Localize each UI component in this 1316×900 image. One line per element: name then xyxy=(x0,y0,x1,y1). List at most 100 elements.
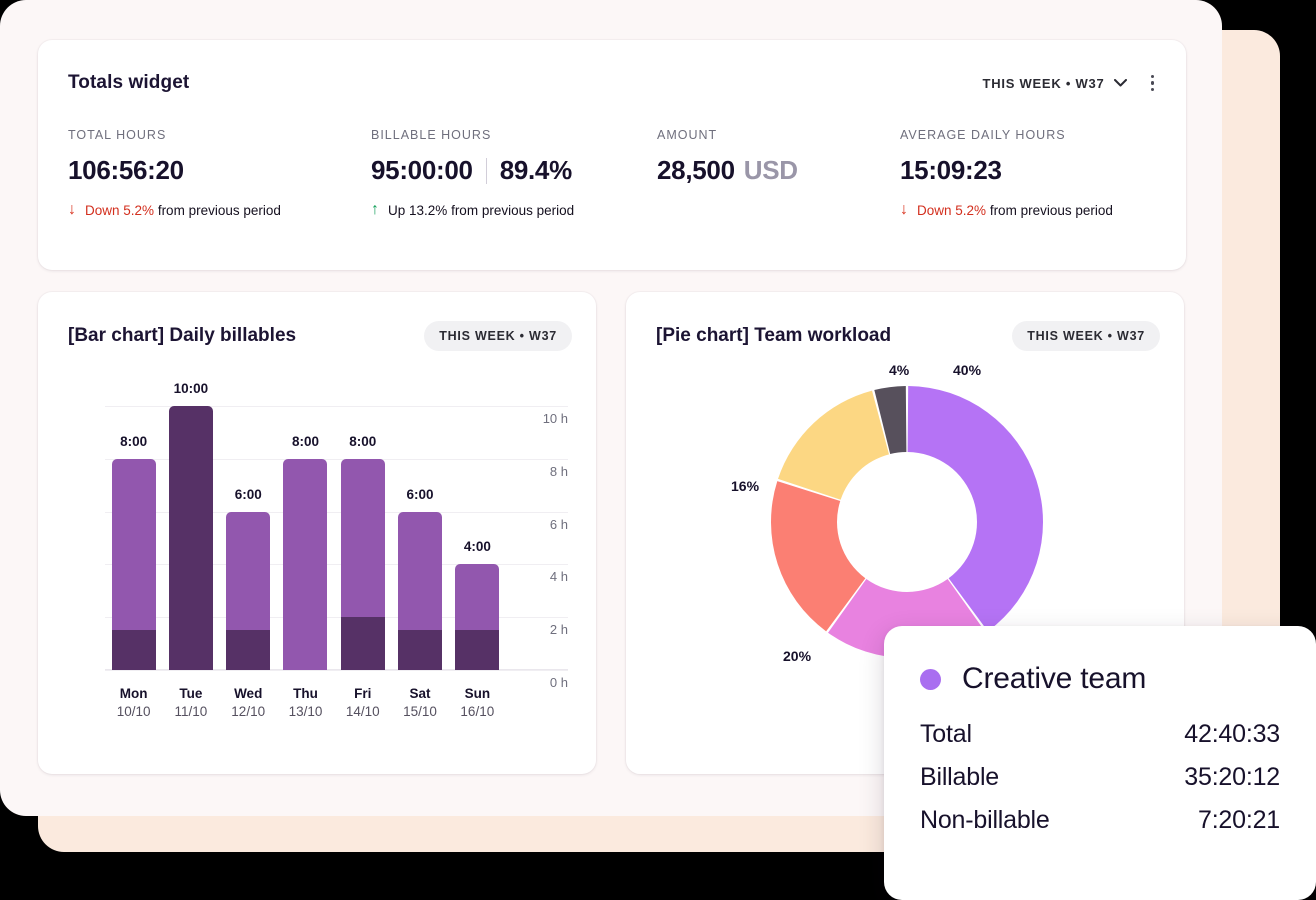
donut-chart xyxy=(771,386,1043,658)
x-axis-day-label: Fri xyxy=(354,686,372,701)
metric-average-daily-hours: AVERAGE DAILY HOURS 15:09:23 ↓ Down 5.2%… xyxy=(900,128,1200,218)
pie-slice-percentage-label: 4% xyxy=(889,362,910,378)
metric-currency: USD xyxy=(743,155,798,185)
delta-value: Down 5.2% xyxy=(85,202,155,218)
arrow-down-icon: ↓ xyxy=(68,201,76,218)
metric-value-text: 95:00:00 xyxy=(371,155,473,185)
bar-value-label: 6:00 xyxy=(234,486,262,502)
metric-billable-hours: BILLABLE HOURS 95:00:00 89.4% ↑ Up 13.2%… xyxy=(371,128,657,218)
tooltip-row-value: 7:20:21 xyxy=(1197,806,1280,834)
bar-column[interactable]: 6:00 xyxy=(220,382,277,670)
metric-label: BILLABLE HOURS xyxy=(371,128,492,142)
kebab-menu-icon[interactable] xyxy=(1145,72,1161,95)
chart-tooltip: Creative team Total 42:40:33 Billable 35:20… xyxy=(884,626,1316,900)
tooltip-row: Total 42:40:33 xyxy=(920,720,1280,749)
bar-chart-title: [Bar chart] Daily billables xyxy=(68,325,297,346)
bar-stack xyxy=(226,511,271,670)
metrics-row: TOTAL HOURS 106:56:20 ↓ Down 5.2% from p… xyxy=(68,128,1160,218)
bar-chart-card: [Bar chart] Daily billables THIS WEEK • … xyxy=(38,292,596,774)
pie-slice-percentage-label: 16% xyxy=(731,478,760,494)
tooltip-row-label: Billable xyxy=(920,763,1000,791)
tooltip-rows: Total 42:40:33 Billable 35:20:12 Non-billabl… xyxy=(920,720,1280,835)
y-axis-tick-label: 4 h xyxy=(549,569,568,585)
bar-column[interactable]: 6:00 xyxy=(391,382,448,670)
metric-total-hours: TOTAL HOURS 106:56:20 ↓ Down 5.2% from p… xyxy=(68,128,371,218)
delta-caption: from previous period xyxy=(451,202,575,218)
page-title: Totals widget xyxy=(68,72,190,93)
x-axis-tick: Thu 13/10 xyxy=(277,686,334,732)
bar-chart-period-pill[interactable]: THIS WEEK • W37 xyxy=(424,321,572,351)
pie-slice-percentage-label: 20% xyxy=(783,648,812,664)
bar-segment-billable xyxy=(111,458,156,631)
bar-stack xyxy=(283,458,328,670)
x-axis-date-label: 16/10 xyxy=(460,704,495,719)
bar-stack xyxy=(340,458,385,670)
y-axis-tick-label: 6 h xyxy=(549,516,568,532)
bar-column[interactable]: 8:00 xyxy=(105,382,162,670)
x-axis-tick: Wed 12/10 xyxy=(220,686,277,732)
bar-value-label: 8:00 xyxy=(349,433,377,449)
metric-delta: ↑ Up 13.2% from previous period xyxy=(371,202,657,218)
x-axis-day-label: Mon xyxy=(119,686,148,701)
x-axis-date-label: 10/10 xyxy=(116,704,151,719)
x-axis-day-label: Wed xyxy=(234,686,263,701)
totals-widget-card: Totals widget THIS WEEK • W37 TOTAL HOUR… xyxy=(38,40,1186,270)
x-axis-date-label: 15/10 xyxy=(403,704,437,719)
x-axis-tick: Sat 15/10 xyxy=(391,686,448,732)
metric-value: 95:00:00 89.4% xyxy=(371,155,657,186)
bar-segment-non-billable xyxy=(455,630,500,670)
x-axis-date-label: 13/10 xyxy=(288,704,323,719)
x-axis-day-label: Thu xyxy=(293,686,318,701)
x-axis-date-label: 11/10 xyxy=(174,704,208,719)
period-selector-label: THIS WEEK • W37 xyxy=(982,75,1105,91)
bar-column[interactable]: 8:00 xyxy=(334,382,391,670)
tooltip-row: Billable 35:20:12 xyxy=(920,763,1280,792)
series-color-dot xyxy=(920,668,941,690)
tooltip-row-label: Non-billable xyxy=(920,806,1050,834)
bar-column[interactable]: 4:00 xyxy=(449,382,506,670)
metric-delta: ↓ Down 5.2% from previous period xyxy=(900,202,1200,218)
metric-delta: ↓ Down 5.2% from previous period xyxy=(68,202,371,218)
bar-chart-plot: 10 h8 h6 h4 h2 h0 h 8:00 10:00 6:00 8:00 8:0… xyxy=(66,381,568,732)
arrow-up-icon: ↑ xyxy=(371,201,379,218)
bar-segment-billable xyxy=(398,511,443,631)
arrow-down-icon: ↓ xyxy=(900,201,908,218)
metric-label: TOTAL HOURS xyxy=(68,128,167,142)
tooltip-header: Creative team xyxy=(920,662,1280,696)
pie-chart-title: [Pie chart] Team workload xyxy=(656,325,892,346)
bar-stack xyxy=(111,458,156,670)
bar-column[interactable]: 8:00 xyxy=(277,382,334,670)
x-axis-tick: Sun 16/10 xyxy=(449,686,506,732)
bar-chart-header: [Bar chart] Daily billables THIS WEEK • … xyxy=(68,320,572,352)
value-divider xyxy=(485,157,487,184)
tooltip-row-label: Total xyxy=(920,720,972,748)
bar-segment-non-billable xyxy=(398,630,443,670)
tooltip-team-name: Creative team xyxy=(962,662,1147,695)
bar-segment-non-billable xyxy=(226,630,271,670)
delta-value: Up 13.2% xyxy=(388,202,448,218)
bar-value-label: 8:00 xyxy=(291,433,319,449)
x-axis-tick: Mon 10/10 xyxy=(105,686,162,732)
delta-caption: from previous period xyxy=(989,202,1113,218)
bar-column[interactable]: 10:00 xyxy=(162,381,219,670)
pie-chart-period-pill[interactable]: THIS WEEK • W37 xyxy=(1012,321,1160,351)
bar-segment-billable xyxy=(226,511,271,631)
y-axis-tick-label: 8 h xyxy=(549,463,568,479)
bar-chart-bars: 8:00 10:00 6:00 8:00 8:00 6:00 4:00 xyxy=(105,381,506,670)
delta-caption: from previous period xyxy=(157,202,281,218)
bar-segment-non-billable xyxy=(340,617,385,670)
bar-segment-non-billable xyxy=(168,406,213,670)
x-axis-tick: Tue 11/10 xyxy=(162,686,219,732)
metric-value-text: 106:56:20 xyxy=(68,155,184,185)
bar-stack xyxy=(168,406,213,670)
bar-value-label: 6:00 xyxy=(406,486,434,502)
period-selector[interactable]: THIS WEEK • W37 xyxy=(983,76,1127,91)
tooltip-row: Non-billable 7:20:21 xyxy=(920,806,1280,835)
donut-svg xyxy=(771,386,1043,658)
y-axis-tick-label: 10 h xyxy=(542,411,568,426)
donut-slice[interactable] xyxy=(778,390,890,500)
x-axis-day-label: Tue xyxy=(179,686,203,701)
totals-widget-header: Totals widget THIS WEEK • W37 xyxy=(68,66,1160,100)
x-axis-tick: Fri 14/10 xyxy=(334,686,391,732)
y-axis-tick-label: 2 h xyxy=(549,622,568,638)
